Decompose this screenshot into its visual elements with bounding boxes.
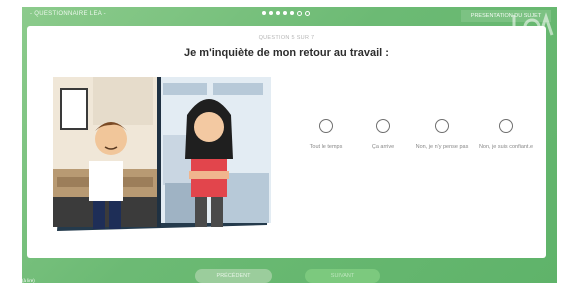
top-bar: - QUESTIONNAIRE LEA - PRESENTATION DU SU… [22, 7, 557, 37]
app-frame: - QUESTIONNAIRE LEA - PRESENTATION DU SU… [22, 7, 557, 283]
progress-dot [262, 11, 266, 15]
answer-label: Non, je suis confiant.e [478, 144, 534, 150]
progress-dot [276, 11, 280, 15]
radio-button[interactable] [435, 119, 449, 133]
progress-dots [262, 11, 310, 16]
question-text: Je m'inquiète de mon retour au travail : [184, 47, 389, 59]
answer-option[interactable]: Tout le temps [297, 119, 355, 151]
radio-button[interactable] [319, 119, 333, 133]
worried-people-illustration [53, 77, 271, 231]
questionnaire-title: - QUESTIONNAIRE LEA - [30, 11, 106, 17]
progress-dot-empty [297, 11, 302, 16]
radio-button[interactable] [499, 119, 513, 133]
answer-option[interactable]: Non, je suis confiant.e [477, 119, 535, 151]
answer-label: Non, je n'y pense pas [415, 144, 469, 150]
answer-label: Ça arrive [371, 144, 395, 150]
answer-options: Tout le temps Ça arrive Non, je n'y pens… [297, 119, 537, 179]
progress-dot [269, 11, 273, 15]
radio-button[interactable] [376, 119, 390, 133]
progress-dot-empty [305, 11, 310, 16]
previous-button[interactable]: PRÉCÉDENT [195, 269, 272, 283]
next-button[interactable]: SUIVANT [305, 269, 380, 283]
question-number: QUESTION 5 SUR 7 [258, 35, 315, 41]
question-card: QUESTION 5 SUR 7 Je m'inquiète de mon re… [27, 26, 546, 258]
answer-label: Tout le temps [309, 144, 343, 150]
corner-note: (à lire) [22, 278, 35, 283]
progress-dot [290, 11, 294, 15]
progress-dot [283, 11, 287, 15]
answer-option[interactable]: Non, je n'y pense pas [413, 119, 471, 151]
answer-option[interactable]: Ça arrive [354, 119, 412, 151]
